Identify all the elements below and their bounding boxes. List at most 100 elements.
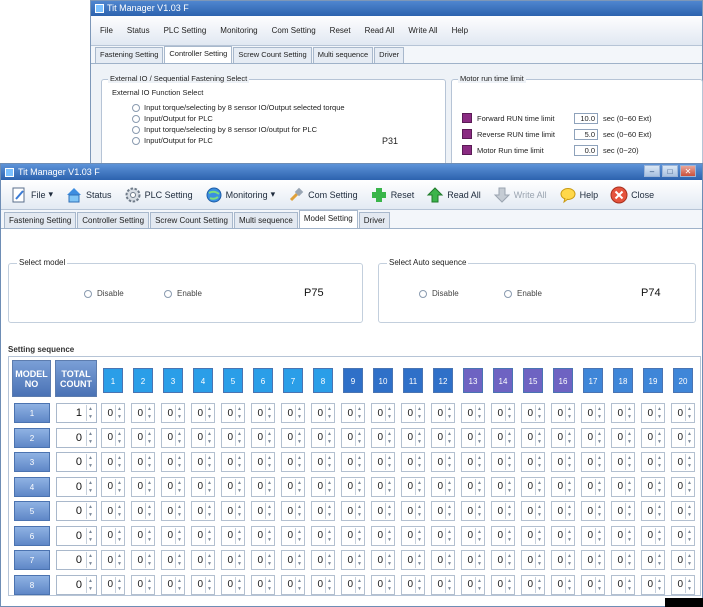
spinner-arrows-icon[interactable]: ▲ ▼ [655, 478, 663, 495]
sequence-cell-stepper[interactable]: 0 ▲ ▼ [401, 427, 425, 448]
spinner-arrows-icon[interactable]: ▲ ▼ [445, 527, 453, 544]
sequence-cell-stepper[interactable]: 0 ▲ ▼ [431, 525, 455, 546]
spinner-arrows-icon[interactable]: ▲ ▼ [205, 576, 213, 593]
spinner-arrows-icon[interactable]: ▲ ▼ [415, 405, 423, 421]
spinner-arrows-icon[interactable]: ▲ ▼ [655, 576, 663, 593]
sequence-cell-stepper[interactable]: 0 ▲ ▼ [491, 427, 515, 448]
external-io-option[interactable]: Input torque/selecting by 8 sensor IO/Ou… [132, 102, 345, 113]
spinner-arrows-icon[interactable]: ▲ ▼ [86, 527, 94, 544]
sequence-cell-stepper[interactable]: 0 ▲ ▼ [281, 574, 305, 595]
spinner-arrows-icon[interactable]: ▲ ▼ [625, 478, 633, 495]
sequence-cell-stepper[interactable]: 0 ▲ ▼ [101, 403, 125, 423]
spinner-arrows-icon[interactable]: ▲ ▼ [175, 552, 183, 568]
spinner-arrows-icon[interactable]: ▲ ▼ [145, 429, 153, 446]
sequence-cell-stepper[interactable]: 0 ▲ ▼ [311, 403, 335, 423]
sequence-cell-stepper[interactable]: 0 ▲ ▼ [221, 476, 245, 497]
sequence-cell-stepper[interactable]: 0 ▲ ▼ [461, 452, 485, 472]
sequence-cell-stepper[interactable]: 0 ▲ ▼ [641, 574, 665, 595]
sequence-cell-stepper[interactable]: 0 ▲ ▼ [461, 574, 485, 595]
spinner-arrows-icon[interactable]: ▲ ▼ [535, 576, 543, 593]
sequence-cell-stepper[interactable]: 0 ▲ ▼ [461, 427, 485, 448]
sequence-cell-stepper[interactable]: 0 ▲ ▼ [431, 501, 455, 521]
spinner-arrows-icon[interactable]: ▲ ▼ [565, 552, 573, 568]
bg-tab[interactable]: Controller Setting [164, 46, 233, 63]
sequence-cell-stepper[interactable]: 0 ▲ ▼ [191, 525, 215, 546]
sequence-cell-stepper[interactable]: 0 ▲ ▼ [641, 452, 665, 472]
sequence-cell-stepper[interactable]: 0 ▲ ▼ [131, 452, 155, 472]
spinner-arrows-icon[interactable]: ▲ ▼ [235, 429, 243, 446]
bg-toolbar-item[interactable]: File [95, 26, 118, 35]
total-count-stepper[interactable]: 0 ▲ ▼ [56, 427, 97, 448]
total-count-stepper[interactable]: 0 ▲ ▼ [56, 550, 97, 570]
model-row-button[interactable]: 6 [14, 525, 50, 546]
tab-controller-setting[interactable]: Controller Setting [77, 212, 150, 228]
sequence-cell-stepper[interactable]: 0 ▲ ▼ [191, 403, 215, 423]
sequence-cell-stepper[interactable]: 0 ▲ ▼ [311, 476, 335, 497]
sequence-cell-stepper[interactable]: 0 ▲ ▼ [491, 476, 515, 497]
spinner-arrows-icon[interactable]: ▲ ▼ [145, 576, 153, 593]
spinner-arrows-icon[interactable]: ▲ ▼ [475, 503, 483, 519]
spinner-arrows-icon[interactable]: ▲ ▼ [415, 576, 423, 593]
sequence-cell-stepper[interactable]: 0 ▲ ▼ [191, 574, 215, 595]
sequence-cell-stepper[interactable]: 0 ▲ ▼ [641, 550, 665, 570]
maximize-button[interactable]: □ [662, 165, 678, 177]
spinner-arrows-icon[interactable]: ▲ ▼ [595, 527, 603, 544]
sequence-cell-stepper[interactable]: 0 ▲ ▼ [101, 501, 125, 521]
sequence-cell-stepper[interactable]: 0 ▲ ▼ [371, 476, 395, 497]
spinner-arrows-icon[interactable]: ▲ ▼ [445, 552, 453, 568]
sequence-cell-stepper[interactable]: 0 ▲ ▼ [641, 403, 665, 423]
spinner-arrows-icon[interactable]: ▲ ▼ [385, 429, 393, 446]
spinner-arrows-icon[interactable]: ▲ ▼ [685, 527, 693, 544]
sequence-cell-stepper[interactable]: 0 ▲ ▼ [581, 501, 605, 521]
sequence-cell-stepper[interactable]: 0 ▲ ▼ [671, 427, 695, 448]
total-count-stepper[interactable]: 0 ▲ ▼ [56, 574, 97, 595]
spinner-arrows-icon[interactable]: ▲ ▼ [325, 454, 333, 470]
tab-model-setting[interactable]: Model Setting [298, 210, 358, 228]
spinner-arrows-icon[interactable]: ▲ ▼ [505, 552, 513, 568]
spinner-arrows-icon[interactable]: ▲ ▼ [205, 454, 213, 470]
sequence-cell-stepper[interactable]: 0 ▲ ▼ [551, 501, 575, 521]
spinner-arrows-icon[interactable]: ▲ ▼ [685, 503, 693, 519]
spinner-arrows-icon[interactable]: ▲ ▼ [145, 478, 153, 495]
spinner-arrows-icon[interactable]: ▲ ▼ [385, 552, 393, 568]
spinner-arrows-icon[interactable]: ▲ ▼ [265, 503, 273, 519]
sequence-cell-stepper[interactable]: 0 ▲ ▼ [551, 427, 575, 448]
spinner-arrows-icon[interactable]: ▲ ▼ [235, 454, 243, 470]
spinner-arrows-icon[interactable]: ▲ ▼ [265, 405, 273, 421]
sequence-cell-stepper[interactable]: 0 ▲ ▼ [551, 403, 575, 423]
spinner-arrows-icon[interactable]: ▲ ▼ [655, 527, 663, 544]
spinner-arrows-icon[interactable]: ▲ ▼ [145, 405, 153, 421]
spinner-arrows-icon[interactable]: ▲ ▼ [265, 527, 273, 544]
spinner-arrows-icon[interactable]: ▲ ▼ [355, 527, 363, 544]
spinner-arrows-icon[interactable]: ▲ ▼ [505, 503, 513, 519]
spinner-arrows-icon[interactable]: ▲ ▼ [535, 527, 543, 544]
external-io-option[interactable]: Input/Output for PLC [132, 113, 345, 124]
spinner-arrows-icon[interactable]: ▲ ▼ [475, 405, 483, 421]
sequence-cell-stepper[interactable]: 0 ▲ ▼ [401, 550, 425, 570]
spinner-arrows-icon[interactable]: ▲ ▼ [205, 503, 213, 519]
monitoring-button[interactable]: Monitoring ▾ [200, 184, 281, 206]
spinner-arrows-icon[interactable]: ▲ ▼ [325, 478, 333, 495]
sequence-cell-stepper[interactable]: 0 ▲ ▼ [131, 550, 155, 570]
total-count-stepper[interactable]: 0 ▲ ▼ [56, 452, 97, 472]
spinner-arrows-icon[interactable]: ▲ ▼ [625, 429, 633, 446]
total-count-stepper[interactable]: 0 ▲ ▼ [56, 501, 97, 521]
spinner-arrows-icon[interactable]: ▲ ▼ [565, 576, 573, 593]
sequence-cell-stepper[interactable]: 0 ▲ ▼ [161, 452, 185, 472]
spinner-arrows-icon[interactable]: ▲ ▼ [325, 576, 333, 593]
sequence-cell-stepper[interactable]: 0 ▲ ▼ [371, 501, 395, 521]
spinner-arrows-icon[interactable]: ▲ ▼ [655, 405, 663, 421]
sequence-cell-stepper[interactable]: 0 ▲ ▼ [491, 574, 515, 595]
total-count-stepper[interactable]: 1 ▲ ▼ [56, 403, 97, 423]
bg-tab[interactable]: Screw Count Setting [233, 47, 312, 63]
sequence-cell-stepper[interactable]: 0 ▲ ▼ [401, 452, 425, 472]
sequence-cell-stepper[interactable]: 0 ▲ ▼ [191, 427, 215, 448]
sequence-cell-stepper[interactable]: 0 ▲ ▼ [221, 452, 245, 472]
sequence-cell-stepper[interactable]: 0 ▲ ▼ [341, 403, 365, 423]
sequence-cell-stepper[interactable]: 0 ▲ ▼ [401, 476, 425, 497]
bg-toolbar-item[interactable]: Read All [360, 26, 400, 35]
spinner-arrows-icon[interactable]: ▲ ▼ [355, 552, 363, 568]
bg-tab[interactable]: Driver [374, 47, 405, 63]
sequence-cell-stepper[interactable]: 0 ▲ ▼ [431, 427, 455, 448]
spinner-arrows-icon[interactable]: ▲ ▼ [595, 503, 603, 519]
